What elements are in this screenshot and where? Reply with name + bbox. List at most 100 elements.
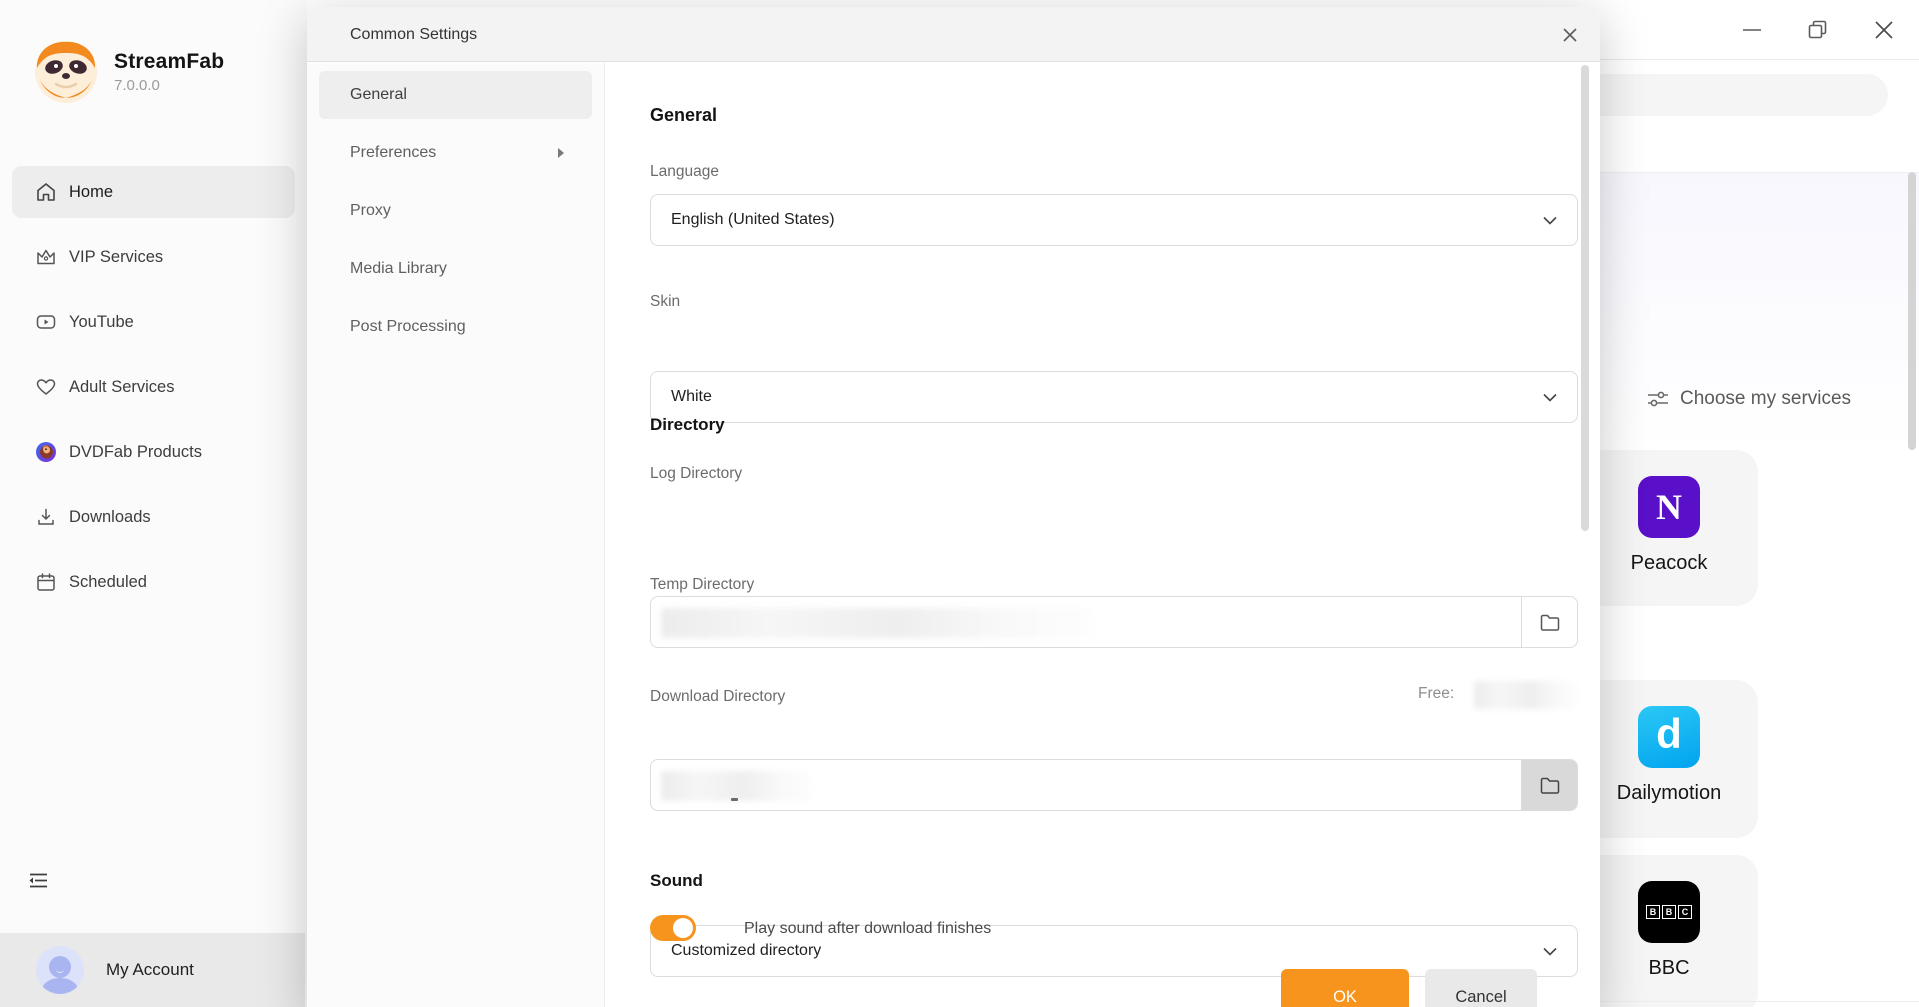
service-tile-peacock[interactable]: N Peacock [1580, 450, 1758, 606]
sidebar-item-youtube[interactable]: YouTube [12, 296, 295, 348]
menu-item-label: General [350, 86, 407, 104]
calendar-icon [35, 571, 57, 593]
crown-icon [35, 246, 57, 268]
close-icon [1562, 27, 1578, 43]
peacock-logo-letter: N [1656, 486, 1682, 528]
choose-my-services-button[interactable]: Choose my services [1648, 388, 1851, 410]
settings-menu-media-library[interactable]: Media Library [319, 245, 592, 293]
sidebar-item-label: Downloads [69, 508, 151, 527]
skin-label: Skin [650, 293, 680, 311]
free-space-label: Free: [1418, 685, 1454, 703]
dialog-close-button[interactable] [1556, 21, 1584, 49]
play-sound-toggle[interactable] [650, 915, 696, 941]
language-label: Language [650, 163, 719, 181]
redacted-temp-path [661, 771, 811, 801]
minimize-button[interactable] [1739, 17, 1765, 43]
skin-select[interactable]: White [650, 371, 1578, 423]
ok-button[interactable]: OK [1281, 969, 1409, 1007]
sidebar: StreamFab 7.0.0.0 Home VIP Services YouT… [0, 0, 307, 1007]
menu-item-label: Proxy [350, 202, 391, 220]
sidebar-item-home[interactable]: Home [12, 166, 295, 218]
peacock-logo-icon: N [1638, 476, 1700, 538]
sidebar-item-adult-services[interactable]: Adult Services [12, 361, 295, 413]
app-version: 7.0.0.0 [114, 77, 224, 94]
dialog-menu: General Preferences Proxy Media Library … [307, 63, 605, 1007]
sidebar-item-label: YouTube [69, 313, 134, 332]
close-window-button[interactable] [1871, 17, 1897, 43]
dialog-title: Common Settings [350, 7, 477, 62]
my-account-button[interactable]: My Account [0, 933, 305, 1007]
chevron-down-icon [1543, 947, 1557, 956]
dialog-header: Common Settings [307, 7, 1600, 62]
sidebar-item-label: Adult Services [69, 378, 174, 397]
sidebar-item-label: VIP Services [69, 248, 163, 267]
language-value: English (United States) [651, 211, 835, 229]
dialog-scrollbar-thumb[interactable] [1581, 65, 1589, 531]
folder-icon [1540, 777, 1560, 794]
bbc-block-letter: B [1662, 905, 1676, 919]
close-icon [1872, 18, 1896, 42]
chevron-down-icon [1543, 216, 1557, 225]
toggle-knob [673, 918, 693, 938]
settings-menu-proxy[interactable]: Proxy [319, 187, 592, 235]
log-directory-browse-button[interactable] [1521, 597, 1577, 647]
common-settings-dialog: Common Settings General Preferences Prox… [307, 7, 1600, 1007]
restore-icon [1807, 19, 1829, 41]
settings-menu-post-processing[interactable]: Post Processing [319, 303, 592, 351]
sidebar-item-label: Home [69, 183, 113, 202]
log-directory-input[interactable] [650, 596, 1578, 648]
my-account-label: My Account [106, 960, 194, 980]
settings-menu-preferences[interactable]: Preferences [319, 129, 592, 177]
temp-directory-input[interactable] [650, 759, 1578, 811]
language-select[interactable]: English (United States) [650, 194, 1578, 246]
cancel-button[interactable]: Cancel [1425, 969, 1537, 1007]
choose-my-services-label: Choose my services [1680, 388, 1851, 410]
temp-directory-label: Temp Directory [650, 576, 754, 594]
sidebar-item-downloads[interactable]: Downloads [12, 491, 295, 543]
bbc-block-letter: B [1646, 905, 1660, 919]
settings-menu-general[interactable]: General [319, 71, 592, 119]
collapse-sidebar-icon [26, 869, 50, 893]
bbc-logo-icon: B B C [1638, 881, 1700, 943]
home-icon [35, 181, 57, 203]
play-sound-label: Play sound after download finishes [744, 920, 991, 938]
redacted-text-remnant [731, 798, 738, 801]
service-tile-label: BBC [1648, 957, 1689, 980]
sidebar-item-scheduled[interactable]: Scheduled [12, 556, 295, 608]
service-tile-bbc[interactable]: B B C BBC [1580, 855, 1758, 1007]
download-icon [35, 506, 57, 528]
folder-icon [1540, 614, 1560, 631]
general-section-heading: General [650, 105, 717, 126]
menu-item-label: Post Processing [350, 318, 466, 336]
collapse-sidebar-button[interactable] [26, 869, 50, 893]
submenu-arrow-icon [558, 148, 564, 158]
minimize-icon [1740, 18, 1764, 42]
app-name: StreamFab [114, 50, 224, 74]
streamfab-sloth-logo-icon [34, 40, 98, 104]
log-directory-label: Log Directory [650, 465, 742, 483]
filter-sliders-icon [1648, 390, 1668, 408]
download-directory-mode-value: Customized directory [651, 942, 821, 960]
restore-button[interactable] [1805, 17, 1831, 43]
directory-section-heading: Directory [650, 415, 725, 435]
dvdfab-icon [35, 441, 57, 463]
menu-item-label: Media Library [350, 260, 447, 278]
window-controls [1739, 0, 1919, 60]
redacted-log-path [661, 608, 1091, 638]
sidebar-item-dvdfab-products[interactable]: DVDFab Products [12, 426, 295, 478]
service-tile-label: Dailymotion [1617, 782, 1721, 805]
sidebar-item-label: Scheduled [69, 573, 147, 592]
account-avatar [36, 946, 84, 994]
temp-directory-browse-button[interactable] [1521, 760, 1577, 810]
sidebar-item-vip-services[interactable]: VIP Services [12, 231, 295, 283]
service-tile-dailymotion[interactable]: d Dailymotion [1580, 680, 1758, 838]
sidebar-item-label: DVDFab Products [69, 443, 202, 462]
main-scrollbar-thumb[interactable] [1908, 172, 1916, 450]
redacted-free-space-value [1474, 681, 1578, 709]
app-brand: StreamFab 7.0.0.0 [34, 40, 224, 104]
sidebar-nav: Home VIP Services YouTube Adult Services [12, 166, 295, 621]
youtube-icon [35, 311, 57, 333]
bbc-block-letter: C [1678, 905, 1692, 919]
menu-item-label: Preferences [350, 144, 436, 162]
service-tile-label: Peacock [1631, 552, 1708, 575]
